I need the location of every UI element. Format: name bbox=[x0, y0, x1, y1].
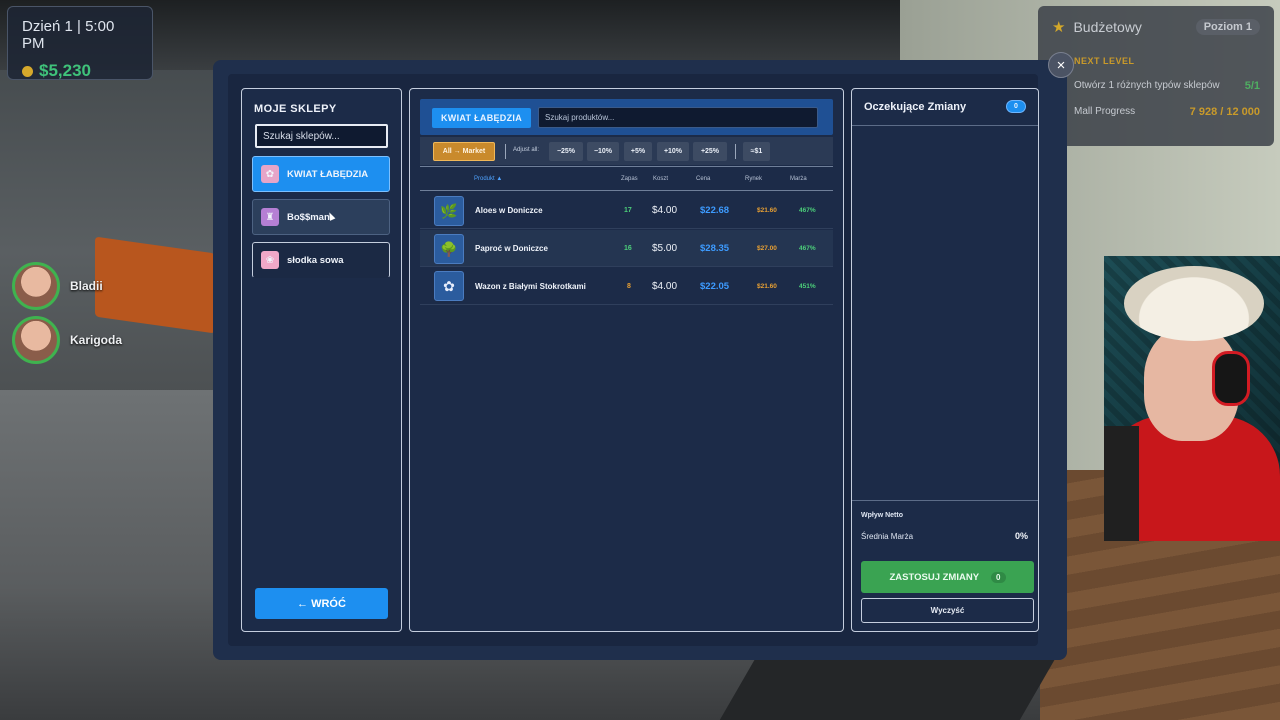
product-name: Wazon z Białymi Stokrotkami bbox=[475, 282, 586, 291]
candy-shop-icon: ❀ bbox=[261, 251, 279, 269]
mall-progress-label: Mall Progress bbox=[1074, 106, 1136, 117]
column-cost[interactable]: Koszt bbox=[653, 176, 668, 182]
adjust-minus-25-button[interactable]: −25% bbox=[549, 142, 583, 161]
player-list: Bladii Karigoda bbox=[12, 262, 122, 370]
product-name: Aloes w Doniczce bbox=[475, 206, 543, 215]
product-market-price: $21.60 bbox=[757, 207, 777, 214]
product-price[interactable]: $22.68 bbox=[700, 205, 729, 216]
player-name: Karigoda bbox=[70, 333, 123, 347]
column-price[interactable]: Cena bbox=[696, 176, 710, 182]
shop-item-bossman[interactable]: ♜ Bo$$man bbox=[252, 199, 390, 235]
star-icon: ★ bbox=[1052, 19, 1066, 36]
shop-name: słodka sowa bbox=[287, 254, 344, 266]
divider bbox=[852, 125, 1038, 126]
product-stock: 16 bbox=[624, 245, 632, 252]
column-stock[interactable]: Zapas bbox=[621, 176, 638, 182]
product-margin: 451% bbox=[799, 283, 816, 290]
shop-icon: ♜ bbox=[261, 208, 279, 226]
adjust-plus-5-button[interactable]: +5% bbox=[624, 142, 652, 161]
adjust-plus-10-button[interactable]: +10% bbox=[657, 142, 689, 161]
budget-level-panel: ★ Budżetowy Poziom 1 NEXT LEVEL Otwórz 1… bbox=[1038, 6, 1274, 146]
player-name: Bladii bbox=[70, 279, 103, 293]
flower-shop-icon: ✿ bbox=[261, 165, 279, 183]
adjust-all-label: Adjust all: bbox=[513, 147, 540, 153]
daisy-vase-icon: ✿ bbox=[434, 271, 464, 301]
avatar bbox=[12, 316, 60, 364]
average-margin-value: 0% bbox=[1015, 531, 1029, 541]
clear-button[interactable]: Wyczyść bbox=[861, 598, 1034, 623]
pending-changes-panel bbox=[851, 88, 1039, 632]
average-margin-label: Średnia Marża bbox=[861, 532, 914, 541]
round-price-button[interactable]: ≈$1 bbox=[743, 142, 770, 161]
level-badge: Poziom 1 bbox=[1195, 19, 1260, 35]
pending-changes-title: Oczekujące Zmiany bbox=[864, 101, 967, 113]
apply-changes-count: 0 bbox=[991, 571, 1006, 583]
goal-label: Otwórz 1 różnych typów sklepów bbox=[1074, 80, 1220, 91]
toolbar-divider bbox=[735, 144, 736, 159]
all-to-market-button[interactable]: All → Market bbox=[433, 142, 495, 161]
back-button[interactable]: ← WRÓĆ bbox=[255, 588, 388, 619]
product-stock: 17 bbox=[624, 207, 632, 214]
close-button[interactable]: × bbox=[1048, 52, 1074, 78]
floor-shadow bbox=[719, 650, 1061, 720]
column-margin[interactable]: Marża bbox=[790, 176, 807, 182]
avatar bbox=[12, 262, 60, 310]
player-item: Bladii bbox=[12, 262, 122, 310]
mall-progress-value: 7 928 / 12 000 bbox=[1189, 106, 1260, 118]
goal-value: 5/1 bbox=[1244, 80, 1260, 92]
column-product[interactable]: Produkt ▲ bbox=[474, 176, 502, 182]
current-shop-tag: KWIAT ŁABĘDZIA bbox=[432, 108, 531, 128]
hud-time-money-panel: Dzień 1 | 5:00 PM $5,230 bbox=[7, 6, 153, 80]
headset bbox=[1212, 351, 1250, 406]
next-level-label: NEXT LEVEL bbox=[1074, 56, 1135, 66]
day-time-label: Dzień 1 | 5:00 PM bbox=[22, 18, 115, 52]
microphone bbox=[1104, 426, 1139, 541]
product-cost: $5.00 bbox=[652, 243, 678, 254]
pending-count-badge: 0 bbox=[1006, 100, 1026, 113]
product-price[interactable]: $22.05 bbox=[700, 281, 729, 292]
product-price[interactable]: $28.35 bbox=[700, 243, 729, 254]
net-impact-label: Wpływ Netto bbox=[861, 512, 903, 519]
player-item: Karigoda bbox=[12, 316, 122, 364]
shop-name: Bo$$man bbox=[287, 211, 330, 223]
product-market-price: $27.00 bbox=[757, 245, 777, 252]
divider bbox=[852, 500, 1038, 501]
money-amount: $5,230 bbox=[39, 61, 91, 80]
fern-plant-icon: 🌳 bbox=[434, 234, 464, 264]
product-name: Paproć w Doniczce bbox=[475, 244, 548, 253]
aloe-plant-icon: 🌿 bbox=[434, 196, 464, 226]
product-margin: 467% bbox=[799, 207, 816, 214]
toolbar-divider bbox=[505, 144, 506, 159]
apply-changes-label: ZASTOSUJ ZMIANY bbox=[889, 571, 980, 583]
apply-changes-button[interactable]: ZASTOSUJ ZMIANY 0 bbox=[861, 561, 1034, 593]
product-search-input[interactable] bbox=[538, 107, 818, 128]
product-market-price: $21.60 bbox=[757, 283, 777, 290]
column-market[interactable]: Rynek bbox=[745, 176, 762, 182]
shop-name: KWIAT ŁABĘDZIA bbox=[287, 168, 369, 180]
shop-item-slodka-sowa[interactable]: ❀ słodka sowa bbox=[252, 242, 390, 278]
budget-title: Budżetowy bbox=[1073, 19, 1142, 35]
adjust-minus-10-button[interactable]: −10% bbox=[587, 142, 619, 161]
product-stock: 8 bbox=[627, 283, 631, 290]
adjust-plus-25-button[interactable]: +25% bbox=[693, 142, 727, 161]
shop-item-kwiat-labedzia[interactable]: ✿ KWIAT ŁABĘDZIA bbox=[252, 156, 390, 192]
product-cost: $4.00 bbox=[652, 205, 678, 216]
webcam-overlay bbox=[1104, 256, 1280, 541]
shop-search-input[interactable] bbox=[255, 124, 388, 148]
product-margin: 467% bbox=[799, 245, 816, 252]
my-shops-title: MOJE SKLEPY bbox=[254, 103, 337, 115]
money-bag-icon bbox=[22, 65, 33, 77]
product-cost: $4.00 bbox=[652, 281, 678, 292]
